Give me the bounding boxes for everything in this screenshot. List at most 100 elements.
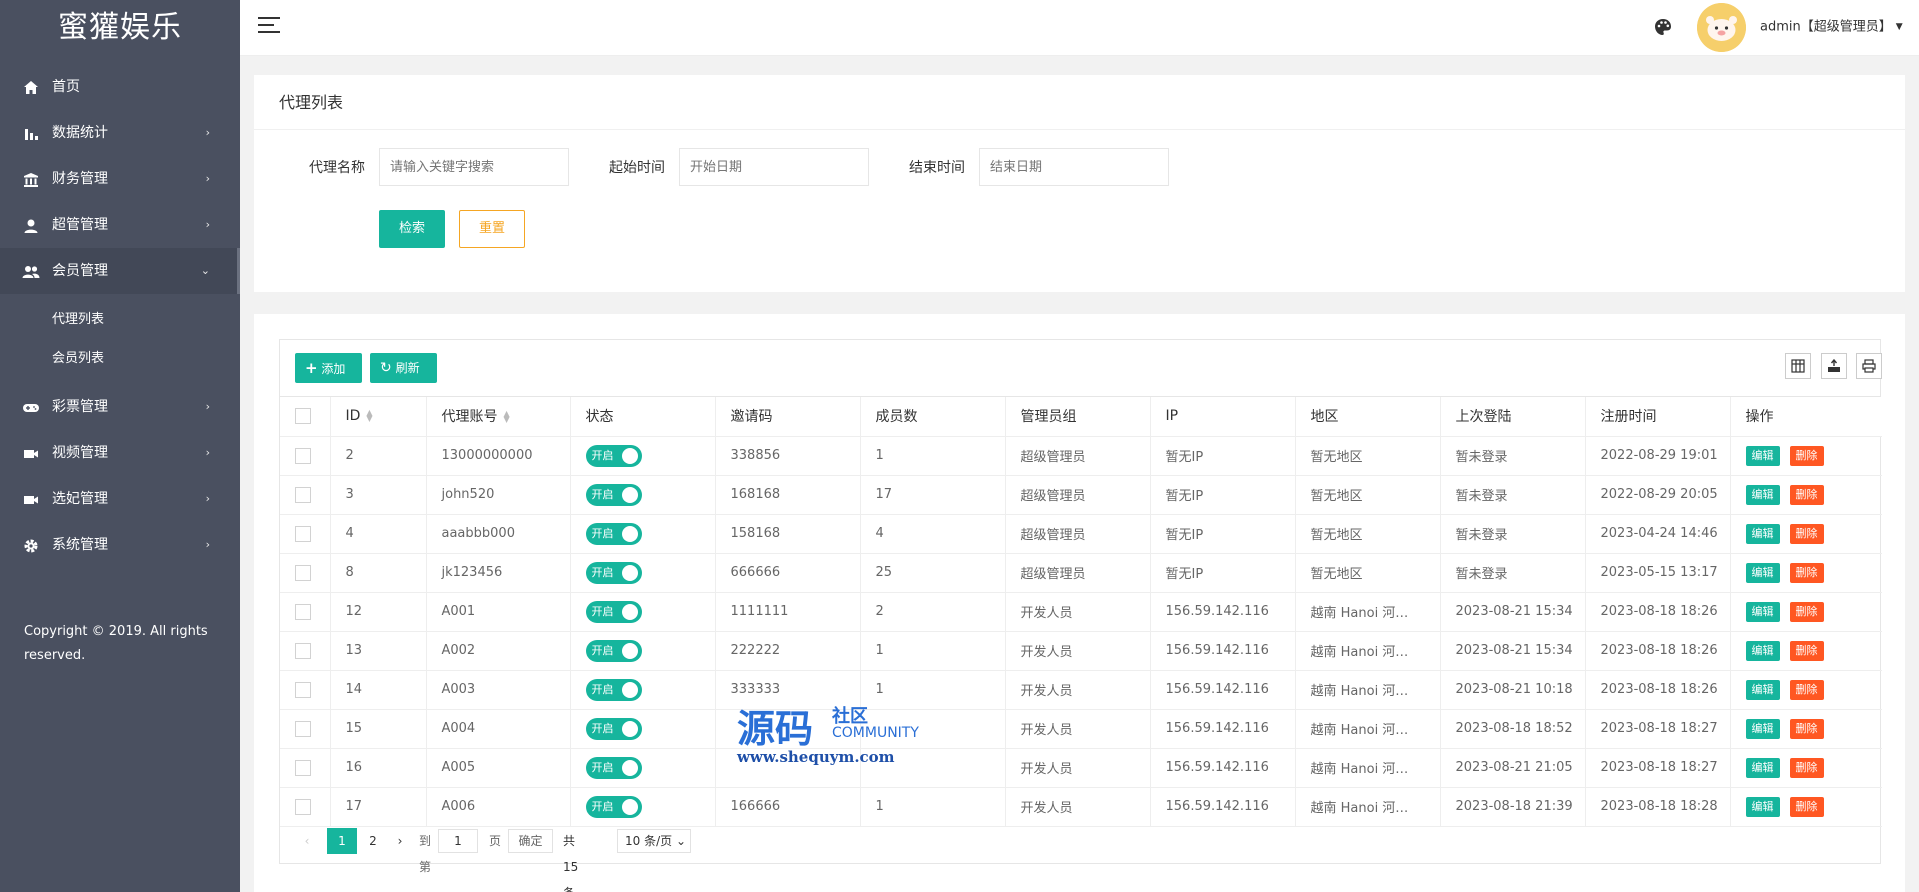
row-checkbox[interactable] — [295, 525, 311, 542]
status-toggle[interactable]: 开启 — [585, 795, 642, 818]
edit-button[interactable]: 编辑 — [1745, 523, 1780, 544]
refresh-button[interactable]: ↻ 刷新 — [370, 353, 437, 383]
sidebar-item-members[interactable]: 会员管理 ⌄ — [0, 248, 240, 294]
cell-invite: 168168 — [715, 475, 861, 515]
add-button-label: 添加 — [321, 362, 346, 376]
page-1-button[interactable]: 1 — [327, 828, 357, 854]
sidebar-item-stats[interactable]: 数据统计 › — [0, 110, 240, 156]
status-toggle[interactable]: 开启 — [585, 561, 642, 584]
row-checkbox[interactable] — [295, 720, 311, 737]
edit-button[interactable]: 编辑 — [1745, 679, 1780, 700]
sidebar-subitem-member-list[interactable]: 会员列表 — [0, 339, 240, 378]
sidebar-item-home[interactable]: 首页 — [0, 64, 240, 110]
cell-group: 开发人员 — [1005, 709, 1151, 749]
menu-toggle-icon[interactable] — [258, 17, 280, 37]
status-toggle[interactable]: 开启 — [585, 483, 642, 506]
add-button[interactable]: + 添加 — [295, 353, 362, 383]
table-row: 15 A004 开启 开发人员 156.59.142.116 越南 Hanoi 河… 202… — [280, 709, 1882, 749]
delete-button[interactable]: 删除 — [1789, 679, 1824, 700]
edit-button[interactable]: 编辑 — [1745, 796, 1780, 817]
goto-confirm-button[interactable]: 确定 — [508, 829, 553, 853]
edit-button[interactable]: 编辑 — [1745, 601, 1780, 622]
delete-button[interactable]: 删除 — [1789, 640, 1824, 661]
sort-icon[interactable]: ▲ ▼ — [504, 410, 510, 424]
row-checkbox[interactable] — [295, 603, 311, 620]
sidebar-item-super-admin[interactable]: 超管管理 › — [0, 202, 240, 248]
cell-actions: 编辑 删除 — [1730, 514, 1882, 554]
row-checkbox[interactable] — [295, 681, 311, 698]
next-page-icon[interactable]: › — [390, 828, 410, 854]
row-checkbox[interactable] — [295, 564, 311, 581]
row-checkbox[interactable] — [295, 759, 311, 776]
edit-button[interactable]: 编辑 — [1745, 445, 1780, 466]
sort-icon[interactable]: ▲ ▼ — [366, 409, 372, 423]
columns-filter-icon[interactable] — [1785, 353, 1811, 379]
delete-button[interactable]: 删除 — [1789, 718, 1824, 739]
sidebar-item-video[interactable]: 视频管理 › — [0, 430, 240, 476]
copyright-text: Copyright © 2019. All rights reserved. — [24, 624, 208, 663]
row-checkbox[interactable] — [295, 798, 311, 815]
row-checkbox[interactable] — [295, 486, 311, 503]
palette-icon[interactable] — [1653, 17, 1673, 37]
sidebar-item-label: 首页 — [52, 79, 80, 95]
sidebar-nav: 首页 数据统计 › 财务管理 › 超管管理 › 会员管理 ⌄ 代理列表 会员列表… — [0, 64, 240, 568]
delete-button[interactable]: 删除 — [1789, 445, 1824, 466]
row-checkbox[interactable] — [295, 447, 311, 464]
delete-button[interactable]: 删除 — [1789, 601, 1824, 622]
row-checkbox[interactable] — [295, 642, 311, 659]
edit-button[interactable]: 编辑 — [1745, 484, 1780, 505]
column-header-registered: 注册时间 — [1585, 397, 1731, 437]
delete-button[interactable]: 删除 — [1789, 757, 1824, 778]
delete-button[interactable]: 删除 — [1789, 484, 1824, 505]
edit-button[interactable]: 编辑 — [1745, 718, 1780, 739]
column-header-id[interactable]: ID ▲ ▼ — [330, 397, 427, 437]
status-toggle[interactable]: 开启 — [585, 717, 642, 740]
cell-status: 开启 — [570, 553, 716, 593]
table-header-row: ID ▲ ▼ 代理账号 ▲ ▼ 状态 邀请码 成员数 管理员组 IP 地区 上次登陆 注… — [280, 397, 1882, 437]
print-icon[interactable] — [1856, 353, 1882, 379]
search-button[interactable]: 检索 — [379, 210, 445, 248]
sidebar: 蜜獾娱乐 首页 数据统计 › 财务管理 › 超管管理 › 会员管理 ⌄ 代理列表… — [0, 0, 240, 892]
status-toggle[interactable]: 开启 — [585, 444, 642, 467]
status-toggle[interactable]: 开启 — [585, 600, 642, 623]
user-menu[interactable]: admin【超级管理员】 ▼ — [1760, 0, 1903, 55]
status-toggle[interactable]: 开启 — [585, 678, 642, 701]
status-toggle[interactable]: 开启 — [585, 522, 642, 545]
sidebar-subitem-agent-list[interactable]: 代理列表 — [0, 300, 240, 339]
reset-button[interactable]: 重置 — [459, 210, 525, 248]
status-toggle[interactable]: 开启 — [585, 756, 642, 779]
user-icon — [22, 202, 40, 248]
sidebar-item-system[interactable]: 系统管理 › — [0, 522, 240, 568]
page-size-select[interactable]: 10 条/页 ⌄ — [617, 829, 691, 853]
export-icon[interactable] — [1821, 353, 1847, 379]
page-2-button[interactable]: 2 — [362, 828, 384, 854]
sidebar-item-lottery[interactable]: 彩票管理 › — [0, 384, 240, 430]
app-logo[interactable]: 蜜獾娱乐 — [0, 0, 240, 56]
chevron-right-icon: › — [205, 492, 210, 505]
status-toggle[interactable]: 开启 — [585, 639, 642, 662]
sidebar-item-concubine[interactable]: 选妃管理 › — [0, 476, 240, 522]
column-header-account[interactable]: 代理账号 ▲ ▼ — [426, 397, 571, 437]
delete-button[interactable]: 删除 — [1789, 562, 1824, 583]
sidebar-item-finance[interactable]: 财务管理 › — [0, 156, 240, 202]
goto-page-input[interactable] — [438, 829, 478, 853]
edit-button[interactable]: 编辑 — [1745, 562, 1780, 583]
cell-account: A006 — [426, 787, 571, 827]
delete-button[interactable]: 删除 — [1789, 796, 1824, 817]
start-date-input[interactable] — [679, 148, 869, 186]
cell-id: 16 — [330, 748, 427, 788]
column-header-last-login: 上次登陆 — [1440, 397, 1586, 437]
select-all-checkbox[interactable] — [295, 408, 311, 425]
agent-name-input[interactable] — [379, 148, 569, 186]
avatar[interactable] — [1697, 3, 1746, 52]
table-row: 14 A003 开启 333333 1 开发人员 156.59.142.116 越南 Hano… — [280, 670, 1882, 710]
edit-button[interactable]: 编辑 — [1745, 757, 1780, 778]
cell-last-login: 2023-08-21 15:34 — [1440, 631, 1586, 671]
cell-registered: 2023-08-18 18:27 — [1585, 748, 1731, 788]
end-date-input[interactable] — [979, 148, 1169, 186]
edit-button[interactable]: 编辑 — [1745, 640, 1780, 661]
delete-button[interactable]: 删除 — [1789, 523, 1824, 544]
prev-page-icon[interactable]: ‹ — [297, 828, 317, 854]
cell-registered: 2022-08-29 20:05 — [1585, 475, 1731, 515]
cell-status: 开启 — [570, 670, 716, 710]
